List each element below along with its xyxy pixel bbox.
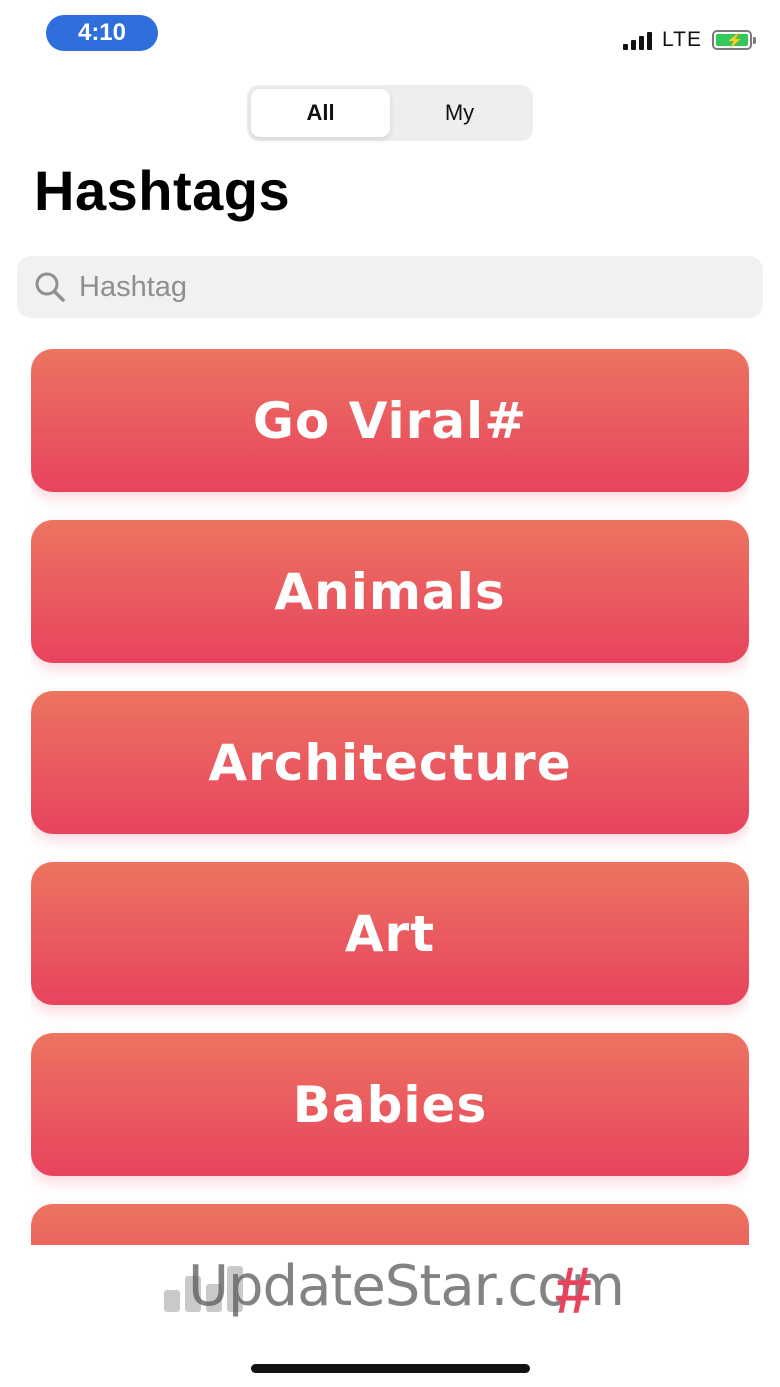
- category-label: Animals: [274, 562, 506, 621]
- category-label: Architecture: [208, 733, 572, 792]
- category-card-architecture[interactable]: Architecture: [31, 691, 749, 834]
- category-label: Babies: [292, 1075, 488, 1134]
- page-title: Hashtags: [34, 159, 291, 222]
- category-card-animals[interactable]: Animals: [31, 520, 749, 663]
- category-label: Go Viral#: [252, 391, 528, 450]
- hashtag-icon[interactable]: #: [554, 1252, 591, 1328]
- category-label: Art: [344, 904, 436, 963]
- network-type: LTE: [662, 28, 702, 51]
- app-screen: 4:10 LTE ⚡ All My Hashtags Go Viral# Ani…: [0, 0, 780, 1387]
- search-bar[interactable]: [17, 256, 763, 318]
- battery-icon: ⚡: [712, 30, 756, 50]
- hashtag-category-list[interactable]: Go Viral# Animals Architecture Art Babie…: [31, 349, 749, 1245]
- search-input[interactable]: [79, 270, 679, 304]
- filter-segmented-control[interactable]: All My: [247, 85, 533, 141]
- status-icons: LTE ⚡: [623, 26, 756, 54]
- segment-all[interactable]: All: [251, 89, 390, 137]
- segment-my[interactable]: My: [390, 89, 529, 137]
- status-time: 4:10: [46, 15, 158, 51]
- signal-icon: [623, 30, 653, 50]
- category-card-art[interactable]: Art: [31, 862, 749, 1005]
- category-card-go-viral[interactable]: Go Viral#: [31, 349, 749, 492]
- home-indicator: [251, 1364, 530, 1373]
- search-icon: [35, 272, 65, 302]
- category-card-partial[interactable]: [31, 1204, 749, 1245]
- category-card-babies[interactable]: Babies: [31, 1033, 749, 1176]
